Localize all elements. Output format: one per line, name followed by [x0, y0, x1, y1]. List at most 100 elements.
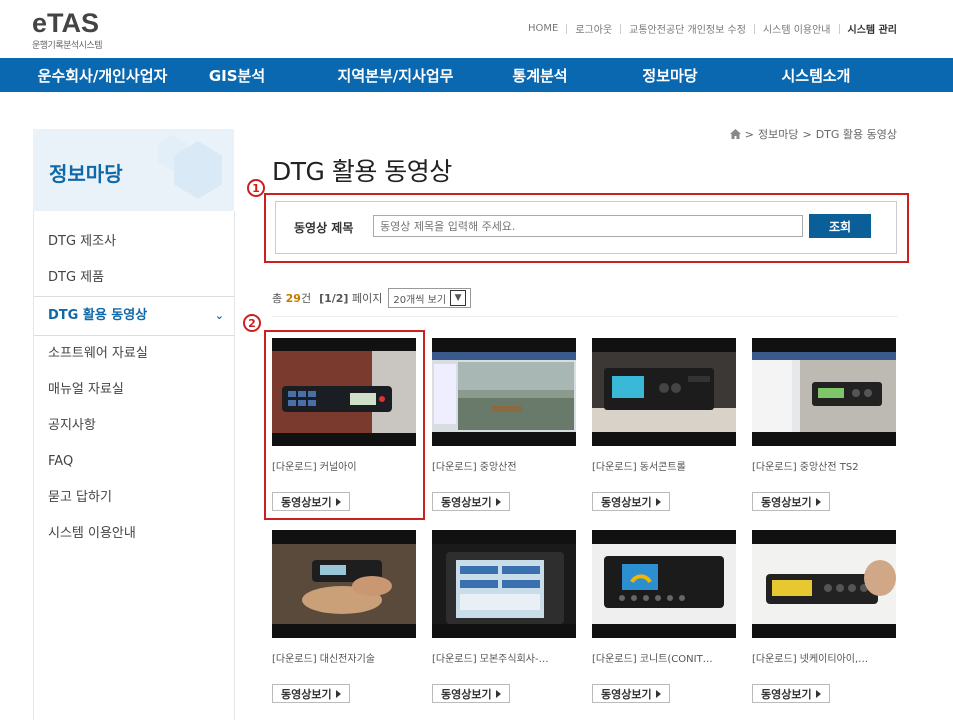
video-view-button[interactable]: 동영상보기 [752, 492, 830, 511]
sidebar-item-faq[interactable]: FAQ [34, 444, 234, 480]
util-home-link[interactable]: HOME [528, 23, 558, 34]
chevron-down-icon: ▼ [450, 290, 467, 306]
breadcrumb-item[interactable]: 정보마당 [758, 126, 798, 142]
total-count: 29 [285, 291, 301, 305]
video-title[interactable]: [다운로드] 대신전자기술 [272, 650, 417, 664]
search-input[interactable] [373, 215, 803, 237]
nav-item-info[interactable]: 정보마당 [620, 58, 720, 92]
video-thumbnail[interactable] [432, 338, 576, 446]
sidebar-item-label: DTG 활용 동영상 [48, 308, 148, 323]
video-view-button[interactable]: 동영상보기 [592, 492, 670, 511]
sidebar-item-notice[interactable]: 공지사항 [34, 408, 234, 444]
annotation-marker-1: 1 [247, 179, 265, 197]
util-guide-link[interactable]: 시스템 이용안내 [763, 21, 831, 36]
logo[interactable]: eTAS 운행기록분석시스템 [32, 8, 103, 52]
breadcrumb-sep: > [802, 127, 812, 141]
play-arrow-icon [495, 689, 501, 698]
play-arrow-icon [335, 497, 341, 506]
play-arrow-icon [655, 497, 661, 506]
sidebar-border [234, 211, 235, 720]
sidebar-item-manual[interactable]: 매뉴얼 자료실 [34, 372, 234, 408]
video-card: [다운로드] 동서콘트롤 동영상보기 [592, 338, 737, 511]
total-suffix: 건 [300, 292, 312, 305]
home-icon[interactable] [729, 129, 741, 139]
video-thumbnail[interactable] [272, 338, 416, 446]
video-card: [다운로드] 코니트(CONIT… 동영상보기 [592, 530, 737, 703]
divider [566, 23, 568, 34]
chevron-down-icon: ⌄ [214, 309, 224, 322]
video-card: [다운로드] 대신전자기술 동영상보기 [272, 530, 417, 703]
video-view-button[interactable]: 동영상보기 [432, 492, 510, 511]
video-view-label: 동영상보기 [601, 687, 652, 701]
per-page-select[interactable]: 20개씩 보기 ▼ [388, 288, 472, 308]
video-title[interactable]: [다운로드] 동서콘트롤 [592, 458, 737, 472]
video-view-button[interactable]: 동영상보기 [272, 492, 350, 511]
video-title[interactable]: [다운로드] 중앙산전 [432, 458, 577, 472]
video-view-label: 동영상보기 [441, 495, 492, 509]
nav-item-about[interactable]: 시스템소개 [766, 58, 866, 92]
sidebar-item-software[interactable]: 소프트웨어 자료실 [34, 336, 234, 372]
sidebar-item-dtg-maker[interactable]: DTG 제조사 [34, 224, 234, 260]
sidebar-header: 정보마당 [33, 129, 234, 211]
video-view-label: 동영상보기 [601, 495, 652, 509]
video-view-button[interactable]: 동영상보기 [592, 684, 670, 703]
video-view-button[interactable]: 동영상보기 [752, 684, 830, 703]
list-info: 총 29 건 [1/2] 페이지 20개씩 보기 ▼ [272, 288, 472, 308]
search-button[interactable]: 조회 [809, 214, 871, 238]
breadcrumb: > 정보마당 > DTG 활용 동영상 [729, 126, 897, 142]
page-label: 페이지 [351, 292, 383, 305]
video-thumbnail[interactable] [432, 530, 576, 638]
video-view-label: 동영상보기 [761, 495, 812, 509]
video-title[interactable]: [다운로드] 커널아이 [272, 458, 417, 472]
video-thumbnail[interactable] [592, 530, 736, 638]
divider [272, 316, 898, 317]
utility-nav: HOME 로그아웃 교통안전공단 개인정보 수정 시스템 이용안내 시스템 관리 [528, 21, 897, 36]
page-title: DTG 활용 동영상 [272, 157, 452, 186]
play-arrow-icon [655, 689, 661, 698]
sidebar-item-guide[interactable]: 시스템 이용안내 [34, 516, 234, 552]
annotation-marker-2: 2 [243, 314, 261, 332]
video-thumbnail[interactable] [752, 530, 896, 638]
video-view-label: 동영상보기 [761, 687, 812, 701]
video-title[interactable]: [다운로드] 모본주식회사-… [432, 650, 577, 664]
play-arrow-icon [495, 497, 501, 506]
nav-item-transport[interactable]: 운수회사/개인사업자 [30, 58, 175, 92]
main-nav: 운수회사/개인사업자 GIS분석 지역본부/지사업무 통계분석 정보마당 시스템… [0, 58, 953, 92]
video-title[interactable]: [다운로드] 넷케이티아이,… [752, 650, 897, 664]
sidebar-menu: DTG 제조사 DTG 제품 DTG 활용 동영상 ⌄ 소프트웨어 자료실 매뉴… [34, 224, 234, 552]
nav-item-region[interactable]: 지역본부/지사업무 [323, 58, 468, 92]
play-arrow-icon [815, 497, 821, 506]
nav-item-gis[interactable]: GIS분석 [187, 58, 287, 92]
video-card: [다운로드] 중앙산전 TS2 동영상보기 [752, 338, 897, 511]
play-arrow-icon [335, 689, 341, 698]
video-card: [다운로드] 모본주식회사-… 동영상보기 [432, 530, 577, 703]
total-prefix: 총 [272, 292, 283, 305]
search-label: 동영상 제목 [294, 221, 354, 235]
sidebar-item-dtg-product[interactable]: DTG 제품 [34, 260, 234, 296]
breadcrumb-current: DTG 활용 동영상 [815, 128, 897, 141]
sidebar-item-dtg-video[interactable]: DTG 활용 동영상 ⌄ [34, 296, 234, 336]
sidebar-item-qna[interactable]: 묻고 답하기 [34, 480, 234, 516]
video-thumbnail[interactable] [272, 530, 416, 638]
util-logout-link[interactable]: 로그아웃 [575, 21, 612, 36]
video-view-button[interactable]: 동영상보기 [432, 684, 510, 703]
video-card: [다운로드] 커널아이 동영상보기 [272, 338, 417, 511]
page-indicator: [1/2] [319, 291, 349, 305]
logo-subtitle: 운행기록분석시스템 [32, 41, 103, 51]
video-view-label: 동영상보기 [281, 687, 332, 701]
util-profile-link[interactable]: 교통안전공단 개인정보 수정 [629, 21, 746, 36]
video-title[interactable]: [다운로드] 중앙산전 TS2 [752, 458, 897, 472]
video-view-label: 동영상보기 [281, 495, 332, 509]
video-title[interactable]: [다운로드] 코니트(CONIT… [592, 650, 737, 664]
divider [620, 23, 622, 34]
divider [753, 23, 755, 34]
divider [838, 23, 840, 34]
video-view-button[interactable]: 동영상보기 [272, 684, 350, 703]
video-thumbnail[interactable] [752, 338, 896, 446]
sidebar-title: 정보마당 [49, 162, 123, 186]
video-thumbnail[interactable] [592, 338, 736, 446]
util-admin-link[interactable]: 시스템 관리 [848, 21, 897, 36]
video-card: [다운로드] 중앙산전 동영상보기 [432, 338, 577, 511]
logo-title: eTAS [32, 8, 100, 38]
nav-item-stats[interactable]: 통계분석 [490, 58, 590, 92]
